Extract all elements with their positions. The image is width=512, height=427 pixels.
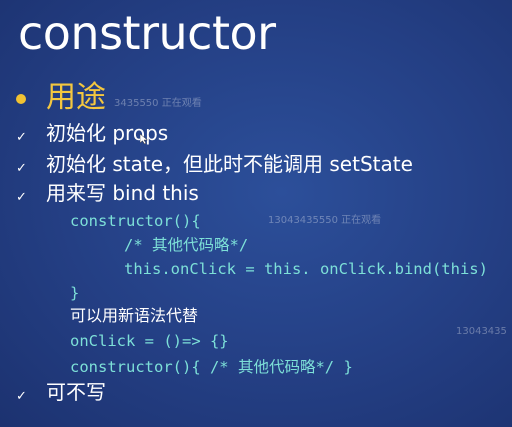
code-line: constructor(){ /* 其他代码略*/ } [70,358,353,376]
list-item: 用来写 bind this [46,181,199,205]
list-item: 可不写 [46,380,106,404]
slide-title: constructor [18,6,276,60]
note-text: 可以用新语法代替 [70,306,199,325]
code-line: this.onClick = this. onClick.bind(this) [124,260,488,278]
check-icon: ✓ [16,389,27,404]
code-line: } [70,284,80,302]
code-line: onClick = ()=> {} [70,332,229,350]
check-icon: ✓ [16,161,27,176]
code-line: constructor(){ [70,212,201,230]
section-heading: 用途 [46,80,106,115]
check-icon: ✓ [16,190,27,205]
list-item: 初始化 props [46,121,169,145]
code-line: /* 其他代码略*/ [124,236,249,254]
bullet-dot [16,94,26,104]
check-icon: ✓ [16,130,27,145]
watermark: 13043435 [456,326,507,337]
mouse-cursor-icon [140,134,148,144]
watermark: 3435550 正在观看 [114,98,202,109]
watermark: 13043435550 正在观看 [268,215,382,226]
list-item: 初始化 state，但此时不能调用 setState [46,152,413,176]
